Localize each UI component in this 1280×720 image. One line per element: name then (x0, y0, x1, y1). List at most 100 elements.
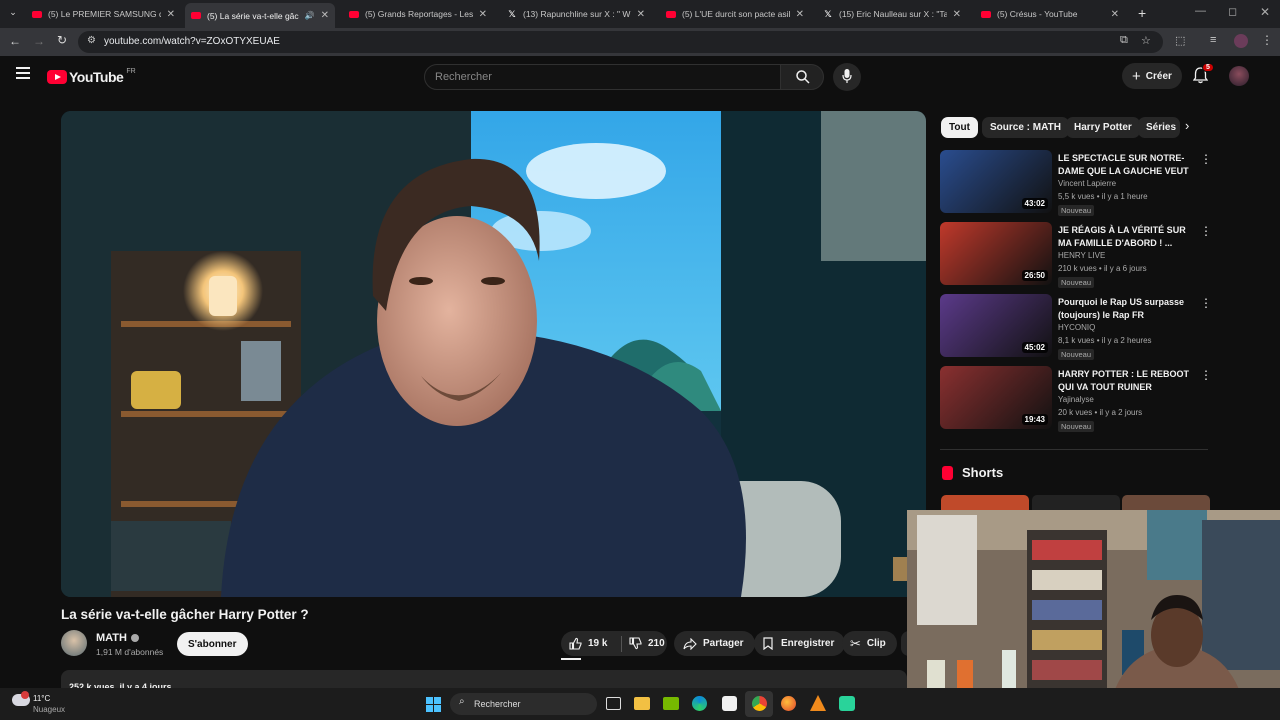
microphone-icon (842, 69, 852, 83)
search-button[interactable] (780, 64, 824, 90)
recommended-video[interactable]: 43:02 LE SPECTACLE SUR NOTRE-DAME QUE LA … (940, 150, 1215, 216)
filter-chip[interactable]: Harry Potter (1066, 117, 1140, 138)
more-options-icon[interactable]: ⋮ (1200, 152, 1212, 166)
browser-tab[interactable]: (5) Grands Reportages - Les es ✕ (343, 3, 493, 25)
install-app-icon[interactable]: ⧉ (1120, 34, 1128, 47)
filter-chip[interactable]: Tout (941, 117, 978, 138)
notifications-button[interactable]: 5 (1192, 63, 1214, 89)
new-tab-button[interactable]: + (1138, 5, 1146, 21)
taskbar-search[interactable]: ⌕ Rechercher (450, 693, 597, 715)
more-options-icon[interactable]: ⋮ (1200, 296, 1212, 310)
reload-icon[interactable]: ↻ (57, 33, 67, 47)
save-button[interactable]: Enregistrer (754, 631, 846, 656)
video-meta: 210 k vues • il y a 6 jours (1058, 264, 1147, 273)
divider (940, 449, 1208, 450)
chevron-right-icon[interactable]: › (1185, 118, 1189, 133)
save-label: Enregistrer (781, 638, 835, 649)
browser-tab[interactable]: 𝕏 (13) Rapunchline sur X : " W ✕ (501, 3, 651, 25)
chrome-icon[interactable] (752, 696, 767, 711)
task-view-icon[interactable] (606, 697, 621, 710)
close-tab-icon[interactable]: ✕ (167, 9, 175, 20)
dislike-button[interactable]: 210 (622, 637, 665, 650)
edge-icon[interactable] (692, 696, 707, 711)
file-explorer-icon[interactable] (634, 697, 650, 710)
short-thumbnail[interactable] (941, 495, 1029, 510)
recommended-video[interactable]: 45:02 Pourquoi le Rap US surpasse (toujou… (940, 294, 1215, 360)
youtube-icon (666, 10, 676, 18)
subscriber-count: 1,91 M d'abonnés (96, 647, 164, 657)
search-input[interactable]: Rechercher (424, 64, 781, 90)
create-label: Créer (1145, 70, 1172, 82)
clip-label: Clip (866, 638, 886, 649)
more-options-icon[interactable]: ⋮ (1200, 224, 1212, 238)
subscribe-button[interactable]: S'abonner (177, 632, 248, 656)
nvidia-icon[interactable] (663, 697, 679, 710)
channel-name-row[interactable]: MATH (96, 632, 139, 644)
voice-search-button[interactable] (833, 63, 861, 91)
channel-avatar[interactable] (61, 630, 87, 656)
close-tab-icon[interactable]: ✕ (479, 9, 487, 20)
windows-start-icon[interactable] (426, 697, 441, 717)
vlc-icon[interactable] (810, 695, 826, 711)
scissors-icon: ✂ (850, 635, 861, 651)
close-tab-icon[interactable]: ✕ (796, 9, 804, 20)
taskbar-search-label: Rechercher (474, 699, 521, 709)
close-window-icon[interactable]: ✕ (1260, 5, 1270, 19)
x-icon: 𝕏 (508, 8, 516, 19)
account-avatar[interactable] (1229, 66, 1249, 86)
maximize-icon[interactable]: ◻ (1228, 5, 1237, 18)
share-icon (683, 637, 697, 650)
hamburger-menu-icon[interactable] (16, 67, 30, 79)
firefox-icon[interactable] (781, 696, 796, 711)
close-tab-icon[interactable]: ✕ (1111, 9, 1119, 20)
search-icon: ⌕ (459, 696, 465, 707)
video-thumbnail[interactable]: 45:02 (940, 294, 1052, 357)
video-title: JE RÉAGIS À LA VÉRITÉ SUR MA FAMILLE D'A… (1058, 225, 1186, 248)
subscribe-label: S'abonner (188, 638, 237, 650)
weather-alert-icon (21, 691, 29, 699)
browser-tab[interactable]: (5) La série va-t-elle gâcher 🔊 ✕ (185, 3, 335, 28)
video-thumbnail[interactable]: 43:02 (940, 150, 1052, 213)
app-icon[interactable] (839, 696, 855, 711)
close-tab-icon[interactable]: ✕ (321, 10, 329, 21)
bookmark-star-icon[interactable]: ☆ (1141, 34, 1151, 47)
extensions-icon[interactable]: ⬚ (1175, 34, 1185, 47)
clip-button[interactable]: ✂ Clip (842, 631, 897, 656)
short-thumbnail[interactable] (1122, 495, 1210, 510)
close-tab-icon[interactable]: ✕ (953, 9, 961, 20)
close-tab-icon[interactable]: ✕ (637, 9, 645, 20)
create-button[interactable]: + Créer (1122, 63, 1182, 89)
video-thumbnail[interactable]: 26:50 (940, 222, 1052, 285)
plus-icon: + (1132, 67, 1141, 85)
site-info-icon[interactable]: ⚙ (87, 35, 96, 46)
recommended-video[interactable]: 19:43 HARRY POTTER : LE REBOOT QUI VA TOU… (940, 366, 1215, 432)
channel-name: Vincent Lapierre (1058, 179, 1117, 188)
forward-arrow-icon[interactable]: → (33, 34, 45, 48)
short-thumbnail[interactable] (1032, 495, 1120, 510)
browser-tab[interactable]: (5) L'UE durcit son pacte asile e ✕ (660, 3, 810, 25)
back-arrow-icon[interactable]: ← (9, 34, 21, 48)
channel-name: HYCONIQ (1058, 323, 1096, 332)
browser-tab[interactable]: (5) Crésus - YouTube ✕ (975, 3, 1125, 25)
chrome-menu-icon[interactable]: ⋮ (1261, 33, 1273, 47)
store-icon[interactable] (722, 696, 737, 711)
like-button[interactable]: 19 k (561, 637, 621, 650)
more-options-icon[interactable]: ⋮ (1200, 368, 1212, 382)
profile-avatar-icon[interactable] (1234, 34, 1248, 48)
share-button[interactable]: Partager (674, 631, 755, 656)
filter-chip[interactable]: Séries (1138, 117, 1180, 138)
tab-search-icon[interactable]: ⌄ (6, 7, 20, 21)
recommended-video[interactable]: 26:50 JE RÉAGIS À LA VÉRITÉ SUR MA FAMILL… (940, 222, 1215, 288)
minimize-icon[interactable]: — (1195, 5, 1206, 17)
youtube-logo[interactable]: YouTube FR (47, 68, 136, 85)
video-player[interactable] (61, 111, 926, 597)
address-bar[interactable]: ⚙ youtube.com/watch?v=ZOxOTYXEUAE ⧉ ☆ (78, 31, 1163, 53)
filter-chip[interactable]: Source : MATH (982, 117, 1069, 138)
media-controls-icon[interactable]: ≡ (1210, 34, 1216, 46)
youtube-icon (32, 10, 42, 18)
video-thumbnail[interactable]: 19:43 (940, 366, 1052, 429)
browser-tab[interactable]: 𝕏 (15) Eric Naulleau sur X : "Tand ✕ (817, 3, 967, 25)
weather-temperature: 11°C (33, 694, 51, 703)
browser-tab[interactable]: (5) Le PREMIER SAMSUNG qui ✕ (26, 3, 181, 25)
audio-playing-icon[interactable]: 🔊 (305, 11, 315, 20)
